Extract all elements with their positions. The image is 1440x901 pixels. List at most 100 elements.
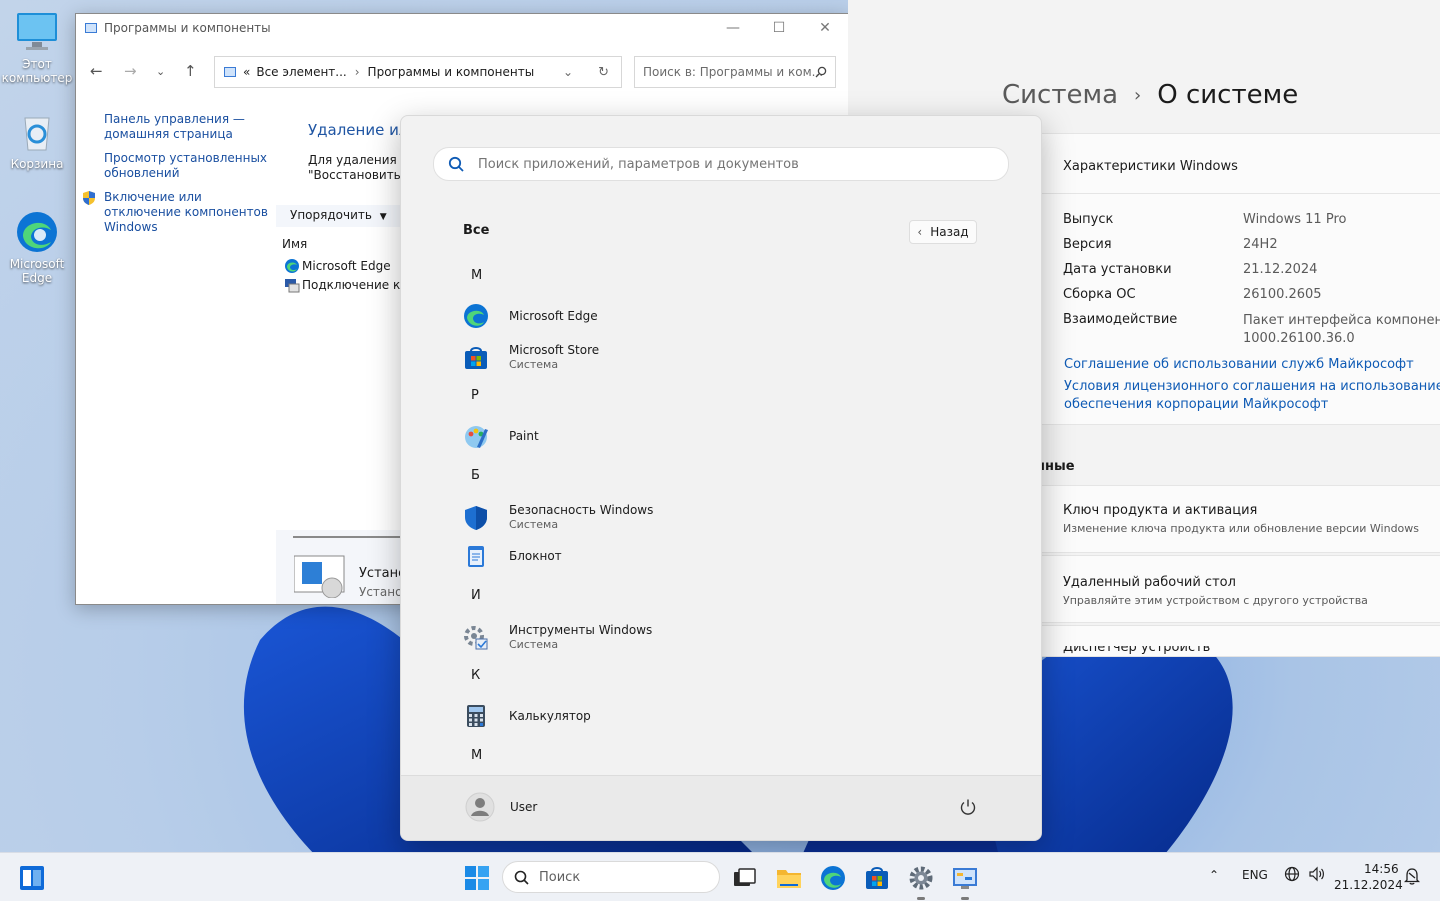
start-search-input[interactable] — [476, 155, 980, 173]
program-row[interactable]: Microsoft Edge — [284, 258, 391, 274]
spec-value-line2: 1000.26100.36.0 — [1243, 331, 1355, 346]
control-panel-icon — [223, 65, 237, 79]
close-button[interactable]: ✕ — [802, 14, 848, 42]
app-item-store[interactable]: Microsoft Store Система — [463, 343, 599, 372]
license-terms-link-line2[interactable]: обеспечения корпорации Майкрософт — [1064, 397, 1328, 412]
up-arrow-icon[interactable]: ↑ — [184, 62, 197, 80]
breadcrumb-system[interactable]: Система — [1002, 80, 1118, 110]
search-placeholder: Поиск в: Программы и ком... — [643, 65, 824, 79]
column-header-name[interactable]: Имя — [282, 237, 307, 251]
task-view-icon[interactable] — [731, 865, 757, 891]
control-panel-icon[interactable] — [952, 865, 978, 891]
letter-header[interactable]: P — [471, 388, 479, 403]
settings-gear-icon[interactable] — [908, 865, 934, 891]
app-name: Paint — [509, 428, 539, 443]
control-panel-icon — [84, 21, 98, 35]
desktop-icon-recycle-bin[interactable]: Корзина — [1, 110, 73, 171]
related-item-subtitle: Управляйте этим устройством с другого ус… — [1063, 594, 1368, 607]
address-prefix: « — [243, 65, 251, 79]
services-agreement-link[interactable]: Соглашение об использовании служб Майкро… — [1064, 357, 1414, 372]
chevron-down-icon[interactable]: ⌄ — [563, 65, 573, 79]
app-name: Microsoft Edge — [509, 308, 598, 323]
app-item-calculator[interactable]: Калькулятор — [463, 703, 591, 729]
task-pane: Панель управления — домашняя страница Пр… — [83, 112, 269, 244]
network-globe-icon[interactable] — [1284, 866, 1300, 882]
refresh-icon[interactable]: ↻ — [598, 65, 609, 80]
spec-label: Взаимодействие — [1063, 312, 1178, 327]
maximize-button[interactable]: ☐ — [756, 14, 802, 42]
program-name: Microsoft Edge — [302, 259, 391, 273]
spec-value: 24H2 — [1243, 237, 1278, 252]
remote-desktop-icon — [284, 277, 300, 293]
app-subtitle: Система — [509, 638, 559, 651]
start-footer: User — [401, 775, 1041, 840]
back-button[interactable]: ‹ Назад — [909, 220, 977, 244]
notification-bell-icon[interactable] — [1404, 867, 1420, 885]
search-icon — [514, 870, 529, 885]
related-item-title: Диспетчер устройств — [1063, 646, 1210, 655]
input-language[interactable]: ENG — [1242, 868, 1268, 882]
spec-label: Дата установки — [1063, 262, 1172, 277]
clock[interactable]: 14:56 21.12.2024 — [1334, 861, 1403, 893]
address-crumb-all-items[interactable]: Все элемент... — [256, 65, 346, 79]
start-button[interactable] — [464, 865, 490, 891]
edge-icon[interactable] — [820, 865, 846, 891]
recycle-bin-icon — [15, 110, 59, 154]
user-account-button[interactable]: User — [465, 792, 537, 822]
address-crumb-programs[interactable]: Программы и компоненты — [368, 65, 535, 79]
folder-search-input[interactable]: Поиск в: Программы и ком... — [634, 56, 836, 88]
spec-value: Пакет интерфейса компонентов — [1243, 313, 1440, 328]
file-explorer-icon[interactable] — [776, 865, 802, 891]
app-item-windows-tools[interactable]: Инструменты Windows Система — [463, 623, 652, 652]
dropdown-arrow-icon: ▼ — [379, 212, 387, 222]
all-apps-heading: Все — [463, 223, 490, 238]
app-item-edge[interactable]: Microsoft Edge — [463, 303, 598, 329]
chevron-right-icon: › — [354, 65, 360, 79]
minimize-button[interactable]: — — [710, 14, 756, 42]
forward-arrow-icon[interactable]: → — [124, 62, 137, 80]
power-icon[interactable] — [959, 798, 977, 816]
app-name: Блокнот — [509, 548, 562, 563]
chevron-up-icon[interactable]: ⌃ — [1209, 868, 1219, 882]
store-icon — [463, 345, 489, 371]
address-bar[interactable]: « Все элемент... › Программы и компонент… — [214, 56, 622, 88]
letter-header[interactable]: M — [471, 268, 482, 283]
taskbar-search[interactable]: Поиск — [502, 861, 720, 893]
app-item-windows-security[interactable]: Безопасность Windows Система — [463, 503, 653, 532]
app-name: Microsoft Store — [509, 343, 600, 357]
app-item-notepad[interactable]: Блокнот — [463, 543, 562, 569]
letter-header[interactable]: М — [471, 748, 482, 763]
back-arrow-icon[interactable]: ← — [90, 62, 103, 80]
desktop-icon-edge[interactable]: Microsoft Edge — [1, 210, 73, 285]
letter-header[interactable]: Б — [471, 468, 480, 483]
widgets-icon[interactable] — [19, 865, 45, 891]
app-item-paint[interactable]: Paint — [463, 423, 539, 449]
recent-dropdown-icon[interactable]: ⌄ — [156, 65, 165, 78]
navigation-bar: ← → ⌄ ↑ « Все элемент... › Программы и к… — [76, 56, 848, 88]
windows-features-link-text: Включение или отключение компонентов Win… — [104, 190, 268, 234]
avatar — [465, 792, 495, 822]
desktop-icon-this-pc[interactable]: Этот компьютер — [1, 10, 73, 85]
letter-header[interactable]: И — [471, 588, 481, 603]
control-panel-home-link[interactable]: Панель управления — домашняя страница — [104, 112, 269, 142]
store-icon[interactable] — [864, 865, 890, 891]
divider — [1041, 193, 1440, 194]
spec-value: 26100.2605 — [1243, 287, 1322, 302]
organize-button[interactable]: Упорядочить ▼ — [290, 208, 387, 222]
windows-features-link[interactable]: Включение или отключение компонентов Win… — [83, 190, 269, 235]
related-item-product-key[interactable] — [1041, 485, 1440, 553]
user-name: User — [510, 800, 538, 814]
volume-icon[interactable] — [1308, 866, 1326, 882]
divider — [293, 536, 403, 538]
start-search-box[interactable] — [433, 147, 1009, 181]
chevron-right-icon: › — [1134, 84, 1142, 106]
uac-shield-icon — [81, 190, 97, 206]
license-terms-link[interactable]: Условия лицензионного соглашения на испо… — [1064, 379, 1440, 394]
view-installed-updates-link[interactable]: Просмотр установленных обновлений — [104, 151, 269, 181]
calculator-icon — [463, 703, 489, 729]
letter-header[interactable]: К — [471, 668, 480, 683]
desktop-icon-label: Корзина — [10, 157, 64, 171]
edge-icon — [463, 303, 489, 329]
specs-title[interactable]: Характеристики Windows — [1063, 159, 1238, 174]
taskbar-search-label: Поиск — [539, 869, 581, 885]
